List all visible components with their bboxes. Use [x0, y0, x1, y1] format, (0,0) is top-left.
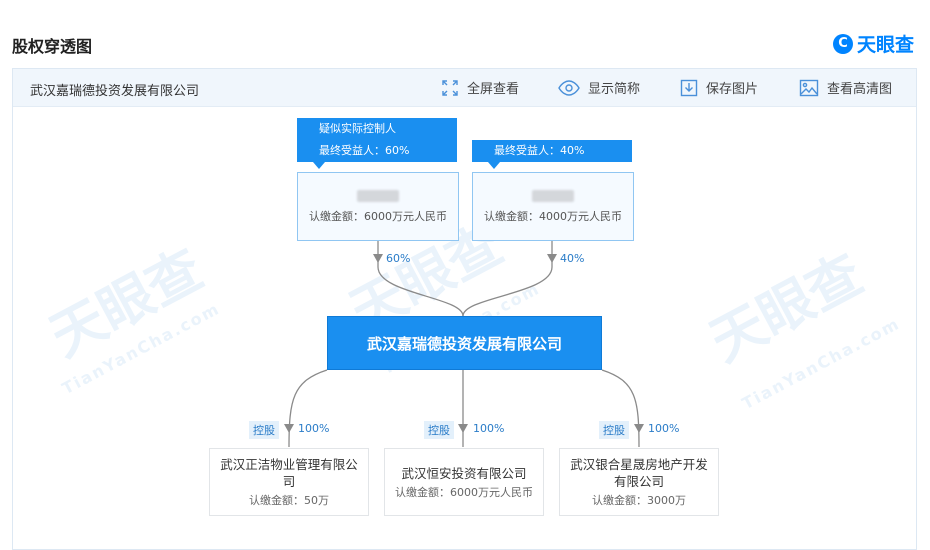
subsidiary-percent: 100% [298, 422, 330, 435]
tag-line-beneficiary: 最终受益人：60% [319, 144, 410, 157]
center-company-box[interactable]: 武汉嘉瑞德投资发展有限公司 [327, 316, 602, 370]
arrow-down-icon [547, 254, 557, 263]
holder-box[interactable]: 认缴金额：4000万元人民币 [472, 172, 634, 241]
subsidiary-name: 武汉银合星晟房地产开发有限公司 [570, 457, 708, 489]
arrow-down-icon [284, 424, 294, 433]
tag-line-beneficiary: 最终受益人：40% [494, 144, 585, 157]
page-title: 股权穿透图 [12, 37, 93, 56]
holder-name-blurred [532, 190, 574, 202]
subsidiary-name: 武汉恒安投资有限公司 [401, 465, 527, 481]
arrow-down-icon [458, 424, 468, 433]
holder-percent: 40% [560, 252, 585, 265]
holder-amount: 认缴金额：4000万元人民币 [484, 210, 622, 223]
brand-mark-icon: C [832, 33, 853, 54]
equity-panel: 天眼查 TianYanCha.com 天眼查 TianYanCha.com 天眼… [12, 68, 917, 550]
holder-amount: 认缴金额：6000万元人民币 [309, 210, 447, 223]
subsidiary-amount: 认缴金额：6000万元人民币 [395, 485, 533, 499]
holder-box[interactable]: 认缴金额：6000万元人民币 [297, 172, 459, 241]
tag-line-actual-controller: 疑似实际控制人 [319, 122, 396, 135]
holding-tag: 控股 [249, 421, 279, 439]
holder-name-blurred [357, 190, 399, 202]
subsidiary-amount: 认缴金额：50万 [249, 494, 329, 507]
subsidiary-amount: 认缴金额：3000万 [592, 494, 686, 507]
holder-tag-actual-controller: 疑似实际控制人 最终受益人：60% [297, 118, 457, 169]
holding-tag: 控股 [424, 421, 454, 439]
holding-tag: 控股 [599, 421, 629, 439]
subsidiary-percent: 100% [473, 422, 505, 435]
subsidiary-box[interactable]: 武汉恒安投资有限公司 认缴金额：6000万元人民币 [384, 448, 544, 516]
subsidiary-percent: 100% [648, 422, 680, 435]
subsidiary-box[interactable]: 武汉正洁物业管理有限公司 认缴金额：50万 [209, 448, 369, 516]
arrow-down-icon [634, 424, 644, 433]
arrow-down-icon [373, 254, 383, 263]
brand-name: 天眼查 [856, 34, 914, 56]
holder-percent: 60% [386, 252, 411, 265]
subsidiary-box[interactable]: 武汉银合星晟房地产开发有限公司 认缴金额：3000万 [559, 448, 719, 516]
holder-tag-beneficiary: 最终受益人：40% [472, 140, 632, 169]
subsidiary-name: 武汉正洁物业管理有限公司 [220, 457, 358, 489]
brand-logo[interactable]: C 天眼查 [832, 30, 914, 57]
